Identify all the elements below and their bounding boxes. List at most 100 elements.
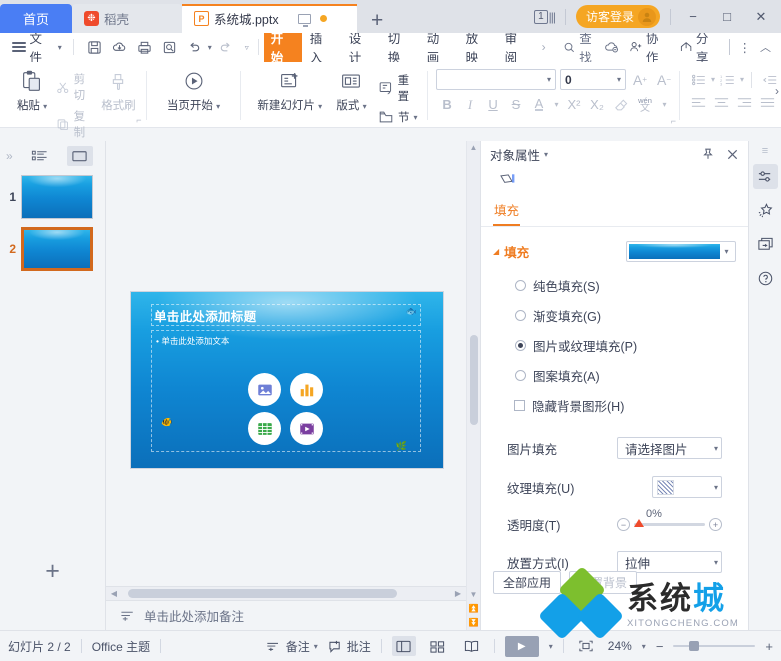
zoom-slider[interactable]: [673, 640, 756, 651]
tab-home[interactable]: 首页: [0, 4, 72, 33]
scroll-right-arrow[interactable]: ▶: [452, 589, 464, 598]
font-color-button[interactable]: A: [528, 94, 550, 115]
vscroll-track[interactable]: [467, 155, 481, 588]
scroll-left-arrow[interactable]: ◀: [108, 589, 120, 598]
save-icon[interactable]: [83, 36, 106, 58]
collaborate-button[interactable]: 协作: [629, 28, 670, 66]
fit-to-window-icon[interactable]: [574, 636, 598, 656]
cut-button[interactable]: 剪切: [54, 70, 96, 104]
increase-font-size-button[interactable]: A +: [630, 70, 650, 90]
italic-button[interactable]: I: [459, 94, 481, 115]
redo-icon[interactable]: [214, 36, 237, 58]
reset-background-button[interactable]: 重置背景: [569, 571, 638, 594]
close-button[interactable]: ✕: [749, 6, 773, 28]
new-slide-button[interactable]: 新建幻灯片 ▾: [253, 65, 327, 113]
current-slide[interactable]: 单击此处添加标题 • 单击此处添加文本 🐟 🌿 🐠: [130, 291, 444, 469]
scroll-up-arrow[interactable]: ▲: [470, 141, 478, 155]
reading-view-icon[interactable]: [460, 636, 484, 656]
from-current-slide-button[interactable]: 当页开始 ▾: [163, 65, 225, 113]
media-icon[interactable]: [290, 412, 323, 445]
minimize-button[interactable]: −: [681, 6, 705, 28]
apply-all-button[interactable]: 全部应用: [493, 571, 562, 594]
chevron-down-icon[interactable]: ▾: [740, 75, 744, 84]
rail-collapse-icon[interactable]: ≡: [762, 146, 768, 157]
align-left-icon[interactable]: [688, 93, 709, 112]
placement-combo[interactable]: 拉伸 ▾: [617, 551, 722, 573]
font-dialog-launcher[interactable]: ⌐: [671, 116, 676, 126]
thumbnail-image[interactable]: [21, 227, 93, 271]
copy-button[interactable]: 复制: [54, 107, 96, 141]
fill-section-header[interactable]: ◢ 填充 ▾: [493, 241, 736, 262]
clear-format-button[interactable]: [609, 94, 631, 115]
slideshow-dropdown-icon[interactable]: ▾: [549, 642, 553, 651]
bold-button[interactable]: B: [436, 94, 458, 115]
hscroll-track[interactable]: [122, 589, 450, 598]
next-slide-button[interactable]: ⏬: [469, 616, 479, 630]
expand-pane-button[interactable]: »: [6, 149, 13, 163]
customize-qat-icon[interactable]: ▿: [245, 43, 249, 52]
slide-view-icon[interactable]: [66, 146, 93, 166]
zoom-in-button[interactable]: +: [765, 639, 773, 654]
vertical-scrollbar[interactable]: ▲ ▼ ⏫ ⏬: [466, 141, 480, 630]
cloud-sync-icon[interactable]: [604, 40, 620, 54]
maximize-button[interactable]: □: [715, 6, 739, 28]
slider-track[interactable]: 0%: [634, 508, 705, 528]
align-right-icon[interactable]: [734, 93, 755, 112]
strikethrough-button[interactable]: S: [505, 94, 527, 115]
ribbon-more-tabs-icon[interactable]: ›: [537, 40, 551, 54]
option-hide-background-graphics[interactable]: 隐藏背景图形(H): [514, 396, 736, 415]
menu-overflow-button[interactable]: ⋮: [739, 40, 752, 55]
option-pattern-fill[interactable]: 图案填充(A): [515, 366, 736, 385]
superscript-button[interactable]: X²: [563, 94, 585, 115]
reset-button[interactable]: 重置: [376, 71, 422, 105]
phonetic-dropdown[interactable]: ▾: [659, 94, 670, 115]
selection-pane-icon[interactable]: [753, 232, 778, 257]
ribbon-expand-button[interactable]: ›: [775, 84, 779, 98]
find-button[interactable]: 查找: [563, 28, 604, 66]
undo-icon[interactable]: [183, 36, 206, 58]
undo-dropdown-icon[interactable]: ▾: [208, 43, 212, 52]
slide-sorter-icon[interactable]: [426, 636, 450, 656]
close-icon[interactable]: [726, 148, 739, 161]
picture-fill-combo[interactable]: 请选择图片 ▾: [617, 437, 722, 459]
increase-transparency-button[interactable]: +: [709, 518, 722, 531]
decrease-font-size-button[interactable]: A −: [654, 70, 674, 90]
table-icon[interactable]: [248, 412, 281, 445]
section-button[interactable]: 节 ▾: [376, 108, 422, 126]
option-picture-texture-fill[interactable]: 图片或纹理填充(P): [515, 336, 736, 355]
slider-handle[interactable]: [634, 519, 644, 528]
page-count-badge[interactable]: 1 |||: [534, 9, 556, 24]
bullet-list-icon[interactable]: [688, 70, 709, 89]
properties-icon[interactable]: [752, 164, 778, 189]
animation-icon[interactable]: [753, 198, 778, 223]
picture-icon[interactable]: [248, 373, 281, 406]
underline-button[interactable]: U: [482, 94, 504, 115]
subscript-button[interactable]: X₂: [586, 94, 608, 115]
chart-icon[interactable]: [290, 373, 323, 406]
font-size-input[interactable]: 0 ▾: [560, 69, 627, 90]
thumbnail-item[interactable]: 1: [0, 171, 105, 223]
font-name-input[interactable]: ▾: [436, 69, 557, 90]
slide-body-placeholder[interactable]: • 单击此处添加文本: [151, 330, 421, 452]
slide-title-placeholder[interactable]: 单击此处添加标题: [151, 304, 421, 326]
notes-toggle-button[interactable]: 备注 ▾: [266, 638, 318, 655]
clipboard-dialog-launcher[interactable]: ⌐: [136, 115, 141, 125]
zoom-dropdown-icon[interactable]: ▾: [642, 642, 646, 651]
layout-button[interactable]: 版式 ▾: [327, 65, 376, 113]
tab-docer[interactable]: ❉ 稻壳: [72, 4, 182, 33]
pin-icon[interactable]: [701, 147, 715, 161]
comment-button[interactable]: 批注: [328, 638, 371, 655]
print-icon[interactable]: [133, 36, 156, 58]
add-slide-button[interactable]: +: [0, 557, 105, 586]
start-slideshow-button[interactable]: ▶: [504, 635, 539, 657]
paste-button[interactable]: 粘贴 ▾: [10, 65, 54, 113]
share-button[interactable]: 分享: [679, 28, 720, 66]
new-tab-button[interactable]: +: [371, 9, 383, 33]
texture-fill-combo[interactable]: ▾: [652, 476, 722, 498]
login-button[interactable]: 访客登录: [575, 5, 660, 28]
align-center-icon[interactable]: [711, 93, 732, 112]
vscroll-thumb[interactable]: [469, 335, 478, 425]
file-menu-button[interactable]: 文件 ▾: [6, 28, 68, 66]
thumbnail-item[interactable]: 2: [0, 223, 105, 275]
format-painter-button[interactable]: 格式刷: [96, 65, 140, 113]
